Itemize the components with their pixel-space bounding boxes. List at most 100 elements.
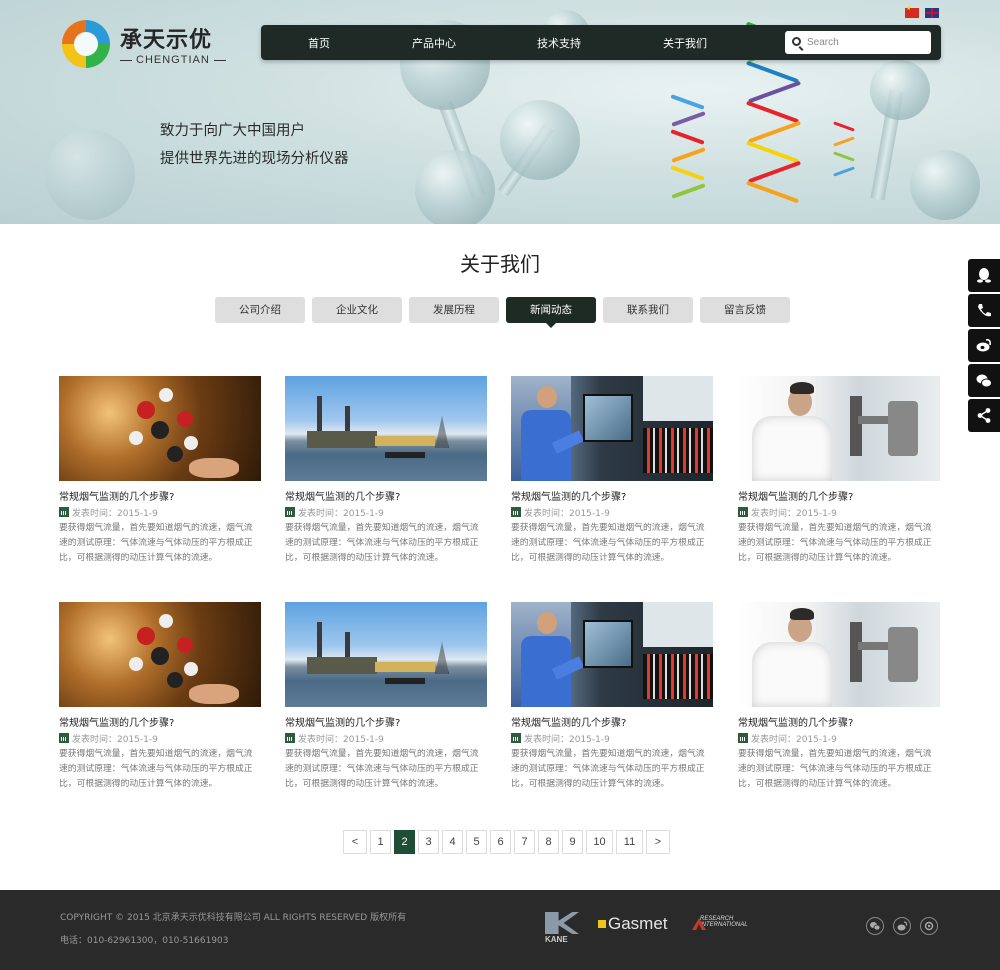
news-card[interactable]: 常规烟气监测的几个步骤? 发表时间：2015-1-9 要获得烟气流量，首先要知道烟气… — [511, 602, 713, 789]
news-card-title[interactable]: 常规烟气监测的几个步骤? — [285, 714, 400, 729]
logo-chinese-name: 承天示优 — [120, 28, 213, 53]
footer-phone: 电话：010-62961300，010-51661903 — [60, 936, 229, 946]
other-social-icon[interactable] — [920, 917, 938, 935]
news-card-date: 发表时间：2015-1-9 — [59, 506, 158, 519]
tab-feedback[interactable]: 留言反馈 — [700, 297, 790, 323]
wechat-icon[interactable] — [866, 917, 884, 935]
article-thumbnail[interactable] — [738, 376, 940, 481]
pagination-page[interactable]: 8 — [538, 830, 559, 854]
pagination-page[interactable]: 6 — [490, 830, 511, 854]
uk-flag-icon[interactable] — [925, 8, 939, 18]
weibo-icon[interactable] — [968, 329, 1000, 362]
dna-helix-far-illustration — [830, 120, 860, 190]
pagination-prev-button[interactable]: < — [343, 830, 367, 854]
calendar-icon — [511, 507, 521, 517]
cn-flag-icon[interactable] — [905, 5, 919, 18]
partner-logo-gasmet[interactable]: Gasmet — [598, 914, 668, 934]
news-card-title[interactable]: 常规烟气监测的几个步骤? — [59, 714, 174, 729]
news-card-summary: 要获得烟气流量，首先要知道烟气的流速，烟气流速的测试原理：气体流速与气体动压的平… — [285, 523, 479, 563]
hero-slogan: 致力于向广大中国用户 提供世界先进的现场分析仪器 — [160, 117, 349, 173]
tab-news[interactable]: 新闻动态 — [506, 297, 596, 328]
tab-company-intro[interactable]: 公司介绍 — [215, 297, 305, 323]
tab-contact[interactable]: 联系我们 — [603, 297, 693, 323]
calendar-icon — [285, 507, 295, 517]
tab-culture[interactable]: 企业文化 — [312, 297, 402, 323]
share-icon[interactable] — [968, 399, 1000, 432]
main-nav: 首页 产品中心 技术支持 关于我们 — [261, 25, 941, 60]
article-thumbnail[interactable] — [59, 602, 261, 707]
tab-history[interactable]: 发展历程 — [409, 297, 499, 323]
logo-mark-icon — [62, 20, 110, 68]
pagination-next-button[interactable]: > — [646, 830, 670, 854]
article-thumbnail[interactable] — [738, 602, 940, 707]
wechat-icon[interactable] — [968, 364, 1000, 397]
pagination-page[interactable]: 4 — [442, 830, 463, 854]
calendar-icon — [59, 733, 69, 743]
news-card-summary: 要获得烟气流量，首先要知道烟气的流速，烟气流速的测试原理：气体流速与气体动压的平… — [738, 749, 932, 789]
news-card-summary: 要获得烟气流量，首先要知道烟气的流速，烟气流速的测试原理：气体流速与气体动压的平… — [738, 523, 932, 563]
slogan-line-1: 致力于向广大中国用户 — [160, 123, 305, 139]
news-card-summary: 要获得烟气流量，首先要知道烟气的流速，烟气流速的测试原理：气体流速与气体动压的平… — [285, 749, 479, 789]
partner-logo-kane[interactable]: KANE — [545, 912, 579, 944]
site-footer: COPYRIGHT © 2015 北京承天示优科技有限公司 ALL RIGHTS… — [0, 890, 1000, 970]
news-card-summary: 要获得烟气流量，首先要知道烟气的流速，烟气流速的测试原理：气体流速与气体动压的平… — [59, 749, 253, 789]
search-input[interactable] — [807, 35, 925, 50]
news-card[interactable]: 常规烟气监测的几个步骤? 发表时间：2015-1-9 要获得烟气流量，首先要知道烟气… — [59, 602, 261, 789]
pagination-page[interactable]: 7 — [514, 830, 535, 854]
footer-copyright: COPYRIGHT © 2015 北京承天示优科技有限公司 ALL RIGHTS… — [60, 913, 407, 923]
pagination-page[interactable]: 11 — [616, 830, 643, 854]
pagination-page[interactable]: 1 — [370, 830, 391, 854]
news-card-date: 发表时间：2015-1-9 — [511, 506, 610, 519]
news-card-date: 发表时间：2015-1-9 — [738, 732, 837, 745]
search-box — [785, 31, 931, 54]
logo-english-name: CHENGTIAN — [116, 54, 230, 66]
news-card-title[interactable]: 常规烟气监测的几个步骤? — [285, 488, 400, 503]
calendar-icon — [738, 733, 748, 743]
news-card-title[interactable]: 常规烟气监测的几个步骤? — [511, 714, 626, 729]
nav-item-products[interactable]: 产品中心 — [412, 35, 456, 51]
calendar-icon — [285, 733, 295, 743]
kane-k-icon — [545, 912, 579, 934]
calendar-icon — [59, 507, 69, 517]
news-card[interactable]: 常规烟气监测的几个步骤? 发表时间：2015-1-9 要获得烟气流量，首先要知道烟气… — [511, 376, 713, 563]
phone-icon[interactable] — [968, 294, 1000, 327]
news-card[interactable]: 常规烟气监测的几个步骤? 发表时间：2015-1-9 要获得烟气流量，首先要知道烟气… — [285, 376, 487, 563]
hero-banner: 承天示优 CHENGTIAN 首页 产品中心 技术支持 关于我们 致力于向广大中… — [0, 0, 1000, 224]
news-card[interactable]: 常规烟气监测的几个步骤? 发表时间：2015-1-9 要获得烟气流量，首先要知道烟气… — [285, 602, 487, 789]
weibo-icon[interactable] — [893, 917, 911, 935]
site-logo[interactable]: 承天示优 CHENGTIAN — [62, 20, 222, 72]
news-card[interactable]: 常规烟气监测的几个步骤? 发表时间：2015-1-9 要获得烟气流量，首先要知道烟气… — [738, 376, 940, 563]
dna-helix-small-illustration — [665, 94, 715, 215]
pagination-page[interactable]: 3 — [418, 830, 439, 854]
news-card-summary: 要获得烟气流量，首先要知道烟气的流速，烟气流速的测试原理：气体流速与气体动压的平… — [511, 749, 705, 789]
pagination-page-current[interactable]: 2 — [394, 830, 415, 854]
pagination-page[interactable]: 9 — [562, 830, 583, 854]
article-thumbnail[interactable] — [59, 376, 261, 481]
news-card[interactable]: 常规烟气监测的几个步骤? 发表时间：2015-1-9 要获得烟气流量，首先要知道烟气… — [59, 376, 261, 563]
qq-icon[interactable] — [968, 259, 1000, 292]
nav-item-about[interactable]: 关于我们 — [663, 35, 707, 51]
news-card-title[interactable]: 常规烟气监测的几个步骤? — [59, 488, 174, 503]
news-card-date: 发表时间：2015-1-9 — [511, 732, 610, 745]
pagination-page[interactable]: 5 — [466, 830, 487, 854]
nav-item-home[interactable]: 首页 — [308, 35, 330, 51]
article-thumbnail[interactable] — [511, 602, 713, 707]
news-card-summary: 要获得烟气流量，首先要知道烟气的流速，烟气流速的测试原理：气体流速与气体动压的平… — [59, 523, 253, 563]
news-card[interactable]: 常规烟气监测的几个步骤? 发表时间：2015-1-9 要获得烟气流量，首先要知道烟气… — [738, 602, 940, 789]
article-thumbnail[interactable] — [511, 376, 713, 481]
nav-item-support[interactable]: 技术支持 — [537, 35, 581, 51]
slogan-line-2: 提供世界先进的现场分析仪器 — [160, 151, 349, 167]
news-card-title[interactable]: 常规烟气监测的几个步骤? — [738, 488, 853, 503]
calendar-icon — [511, 733, 521, 743]
partner-logo-research-international[interactable]: RESEARCH INTERNATIONAL — [692, 916, 748, 930]
pagination-page[interactable]: 10 — [586, 830, 613, 854]
search-icon[interactable] — [792, 37, 801, 46]
news-card-date: 发表时间：2015-1-9 — [738, 506, 837, 519]
news-card-date: 发表时间：2015-1-9 — [285, 506, 384, 519]
news-card-title[interactable]: 常规烟气监测的几个步骤? — [511, 488, 626, 503]
article-thumbnail[interactable] — [285, 602, 487, 707]
language-switcher — [905, 5, 939, 18]
article-thumbnail[interactable] — [285, 376, 487, 481]
news-card-title[interactable]: 常规烟气监测的几个步骤? — [738, 714, 853, 729]
section-title: 关于我们 — [460, 252, 540, 276]
